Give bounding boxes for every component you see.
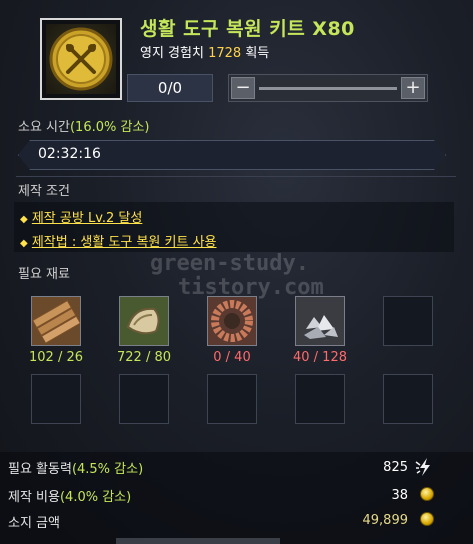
material-slot[interactable] bbox=[31, 296, 82, 346]
material-count: 40 / 128 bbox=[293, 350, 347, 365]
quantity-display[interactable]: 0/0 bbox=[127, 74, 213, 102]
time-value: 02:32:16 bbox=[38, 146, 101, 162]
materials-header: 필요 재료 bbox=[18, 267, 70, 282]
condition-text[interactable]: 제작법 : 생활 도구 복원 키트 사용 bbox=[32, 235, 217, 250]
material-slot-empty bbox=[295, 374, 345, 424]
exp-value: 1728 bbox=[208, 46, 242, 61]
condition-text[interactable]: 제작 공방 Lv.2 달성 bbox=[32, 211, 143, 226]
gold-coin-icon bbox=[420, 512, 434, 526]
minus-button[interactable]: − bbox=[231, 77, 255, 99]
energy-label: 필요 활동력 bbox=[8, 462, 72, 477]
energy-icon bbox=[414, 456, 436, 482]
tool-kit-gold-icon bbox=[46, 24, 116, 94]
material-slot-empty bbox=[119, 374, 169, 424]
divider bbox=[16, 176, 456, 177]
material-slot-empty bbox=[383, 296, 433, 346]
gold-label: 소지 금액 bbox=[8, 516, 60, 531]
ore-pile-icon bbox=[296, 297, 344, 345]
timber-icon bbox=[31, 297, 82, 345]
condition-item: ◆ 제작법 : 생활 도구 복원 키트 사용 bbox=[20, 231, 217, 250]
exp-reward: 영지 경험치 1728 획득 bbox=[140, 42, 269, 61]
conditions-header: 제작 조건 bbox=[18, 184, 70, 199]
material-slot-empty bbox=[207, 374, 257, 424]
exp-suffix: 획득 bbox=[245, 46, 270, 61]
gold-row: 소지 금액 bbox=[8, 512, 60, 531]
bullet-icon: ◆ bbox=[20, 238, 28, 249]
material-slot[interactable] bbox=[207, 296, 257, 346]
material-slot[interactable] bbox=[119, 296, 169, 346]
gold-value: 49,899 bbox=[362, 513, 409, 528]
watermark: green-study. tistory.com bbox=[150, 252, 324, 300]
bullet-icon: ◆ bbox=[20, 214, 28, 225]
exp-label: 영지 경험치 bbox=[140, 46, 204, 61]
item-title: 생활 도구 복원 키트 X80 bbox=[140, 18, 355, 40]
fee-value: 38 bbox=[391, 488, 408, 503]
time-label: 소요 시간 bbox=[18, 120, 70, 135]
material-slot[interactable] bbox=[295, 296, 345, 346]
material-count: 0 / 40 bbox=[213, 350, 251, 365]
fee-row: 제작 비용(4.0% 감소) bbox=[8, 486, 131, 505]
gear-part-icon bbox=[208, 297, 256, 345]
energy-value: 825 bbox=[383, 460, 408, 475]
material-slot-empty bbox=[383, 374, 433, 424]
time-reduction: (16.0% 감소) bbox=[69, 120, 150, 135]
tender-timber-icon bbox=[120, 297, 168, 345]
item-icon-frame bbox=[40, 18, 122, 100]
quantity-slider[interactable]: − + bbox=[228, 74, 428, 102]
craft-button-edge[interactable] bbox=[116, 538, 280, 544]
time-row: 소요 시간(16.0% 감소) bbox=[18, 116, 149, 135]
energy-row: 필요 활동력(4.5% 감소) bbox=[8, 458, 143, 477]
slider-track[interactable] bbox=[259, 87, 397, 90]
condition-item: ◆ 제작 공방 Lv.2 달성 bbox=[20, 207, 142, 226]
watermark-line: green-study. bbox=[150, 251, 309, 276]
energy-reduction: (4.5% 감소) bbox=[71, 462, 144, 477]
material-count: 722 / 80 bbox=[117, 350, 171, 365]
material-slot-empty bbox=[31, 374, 81, 424]
gold-coin-icon bbox=[420, 487, 434, 501]
fee-reduction: (4.0% 감소) bbox=[59, 490, 132, 505]
material-count: 102 / 26 bbox=[29, 350, 83, 365]
fee-label: 제작 비용 bbox=[8, 490, 60, 505]
plus-button[interactable]: + bbox=[401, 77, 425, 99]
